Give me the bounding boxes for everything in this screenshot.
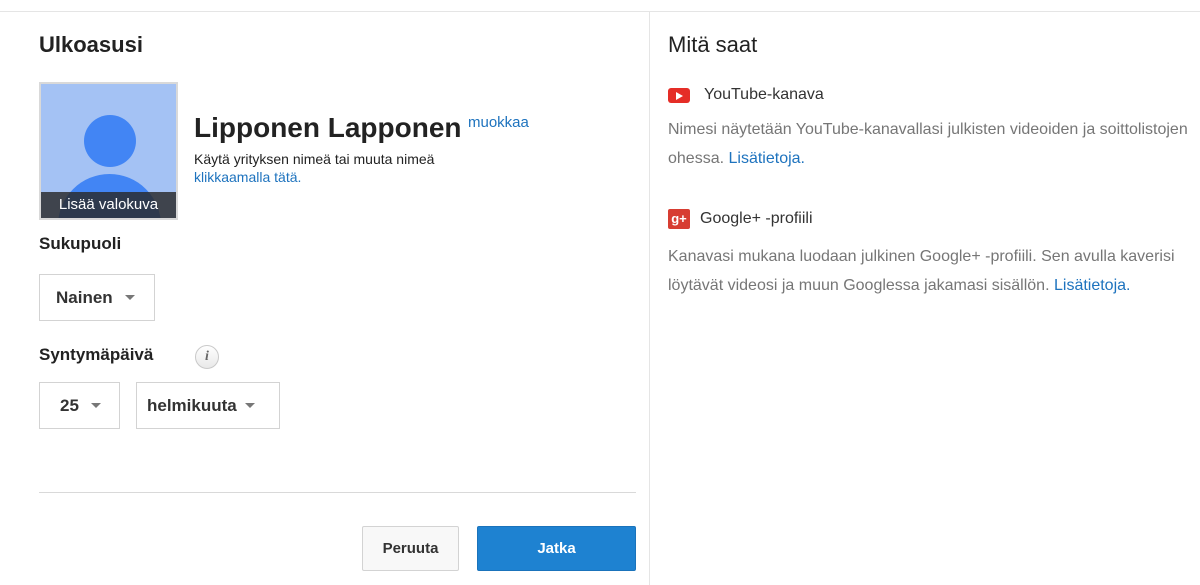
google-plus-description: Kanavasi mukana luodaan julkinen Google+… bbox=[668, 242, 1188, 300]
profile-name: Lipponen Lapponen bbox=[194, 112, 462, 143]
youtube-channel-description: Nimesi näytetään YouTube-kanavallasi jul… bbox=[668, 115, 1188, 173]
youtube-channel-heading: YouTube-kanava bbox=[668, 86, 824, 104]
youtube-icon bbox=[668, 87, 690, 103]
avatar[interactable]: Lisää valokuva bbox=[39, 82, 178, 220]
google-plus-title: Google+ -profiili bbox=[700, 210, 813, 227]
gender-label: Sukupuoli bbox=[39, 234, 122, 253]
youtube-channel-title: YouTube-kanava bbox=[704, 86, 824, 103]
cancel-button[interactable]: Peruuta bbox=[362, 526, 459, 571]
google-plus-icon: g+ bbox=[668, 209, 690, 229]
chevron-down-icon bbox=[124, 295, 135, 300]
birthday-month-select[interactable]: helmikuuta bbox=[136, 382, 280, 429]
google-plus-heading: g+ Google+ -profiili bbox=[668, 209, 813, 229]
birthday-month-value: helmikuuta bbox=[147, 395, 237, 415]
name-hint-text: Käytä yrityksen nimeä tai muuta nimeä bbox=[194, 151, 435, 167]
profile-name-row: Lipponen Lapponen muokkaa bbox=[194, 112, 529, 144]
continue-button[interactable]: Jatka bbox=[477, 526, 636, 571]
chevron-down-icon bbox=[244, 403, 255, 408]
appearance-title: Ulkoasusi bbox=[39, 32, 143, 57]
gender-select[interactable]: Nainen bbox=[39, 274, 155, 321]
edit-name-link[interactable]: muokkaa bbox=[468, 114, 529, 131]
add-photo-button[interactable]: Lisää valokuva bbox=[41, 192, 176, 218]
birthday-day-value: 25 bbox=[60, 395, 79, 415]
what-you-get-title: Mitä saat bbox=[668, 32, 758, 57]
avatar-placeholder-head bbox=[84, 115, 136, 167]
youtube-learn-more-link[interactable]: Lisätietoja. bbox=[729, 150, 806, 167]
google-plus-learn-more-link[interactable]: Lisätietoja. bbox=[1054, 277, 1131, 294]
birthday-day-select[interactable]: 25 bbox=[39, 382, 120, 429]
column-divider bbox=[649, 12, 650, 585]
gender-selected-value: Nainen bbox=[56, 287, 113, 307]
what-you-get-panel: Mitä saat YouTube-kanava Nimesi näytetää… bbox=[668, 12, 1200, 585]
use-other-name-link[interactable]: klikkaamalla tätä. bbox=[194, 169, 301, 185]
info-icon[interactable]: i bbox=[195, 345, 219, 369]
chevron-down-icon bbox=[90, 403, 101, 408]
birthday-label: Syntymäpäivä bbox=[39, 345, 154, 364]
appearance-panel: Ulkoasusi Lisää valokuva Lipponen Lappon… bbox=[39, 12, 636, 585]
footer-divider bbox=[39, 492, 636, 493]
